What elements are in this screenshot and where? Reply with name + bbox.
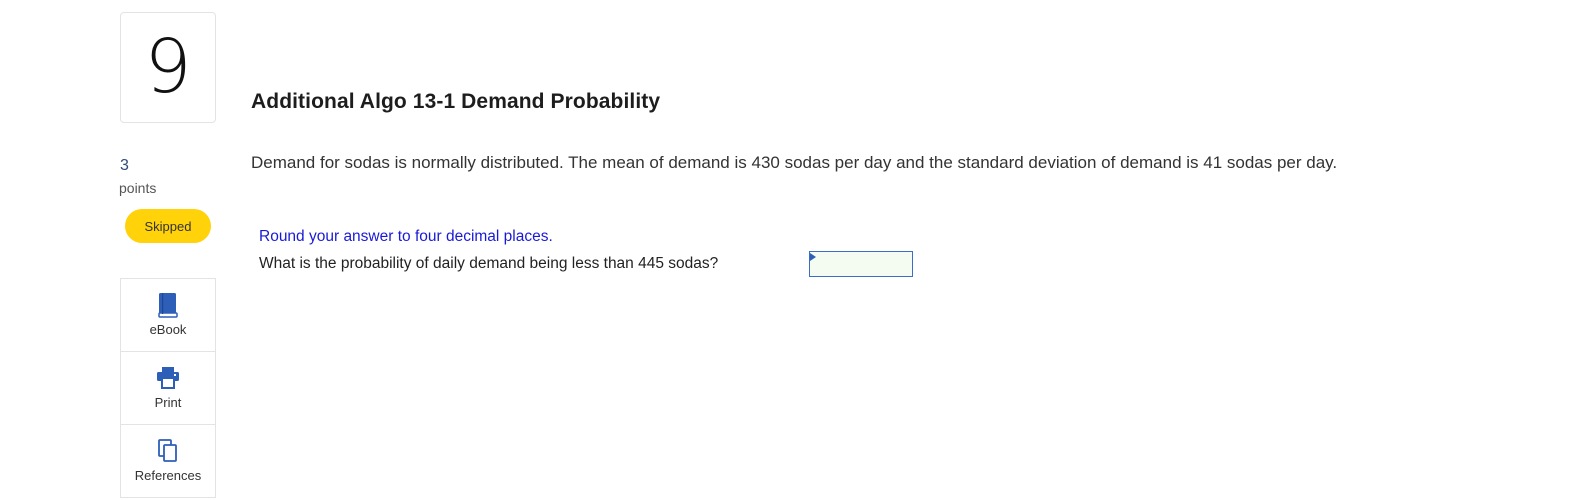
references-button[interactable]: References <box>120 425 216 498</box>
ebook-label: eBook <box>149 322 187 337</box>
question-number: 9 <box>144 23 192 110</box>
question-number-box: 9 <box>120 12 216 123</box>
input-marker-icon <box>810 253 816 261</box>
ebook-button[interactable]: eBook <box>120 279 216 352</box>
print-label: Print <box>154 395 182 410</box>
question-page: 9 3 points Skipped eBook Print Reference… <box>0 0 1576 500</box>
references-label: References <box>134 468 202 483</box>
answer-input[interactable] <box>809 251 913 277</box>
status-badge: Skipped <box>125 209 211 243</box>
book-icon <box>156 292 180 318</box>
question-title: Additional Algo 13-1 Demand Probability <box>251 90 661 113</box>
printer-icon <box>156 365 180 391</box>
question-prompt: What is the probability of daily demand … <box>259 255 719 272</box>
print-button[interactable]: Print <box>120 352 216 425</box>
points-label: points <box>119 180 157 196</box>
copy-icon <box>156 438 180 464</box>
tools-panel: eBook Print References <box>120 278 216 498</box>
points-value: 3 <box>120 157 129 174</box>
rounding-instruction: Round your answer to four decimal places… <box>259 228 553 245</box>
question-body: Demand for sodas is normally distributed… <box>251 153 1338 172</box>
